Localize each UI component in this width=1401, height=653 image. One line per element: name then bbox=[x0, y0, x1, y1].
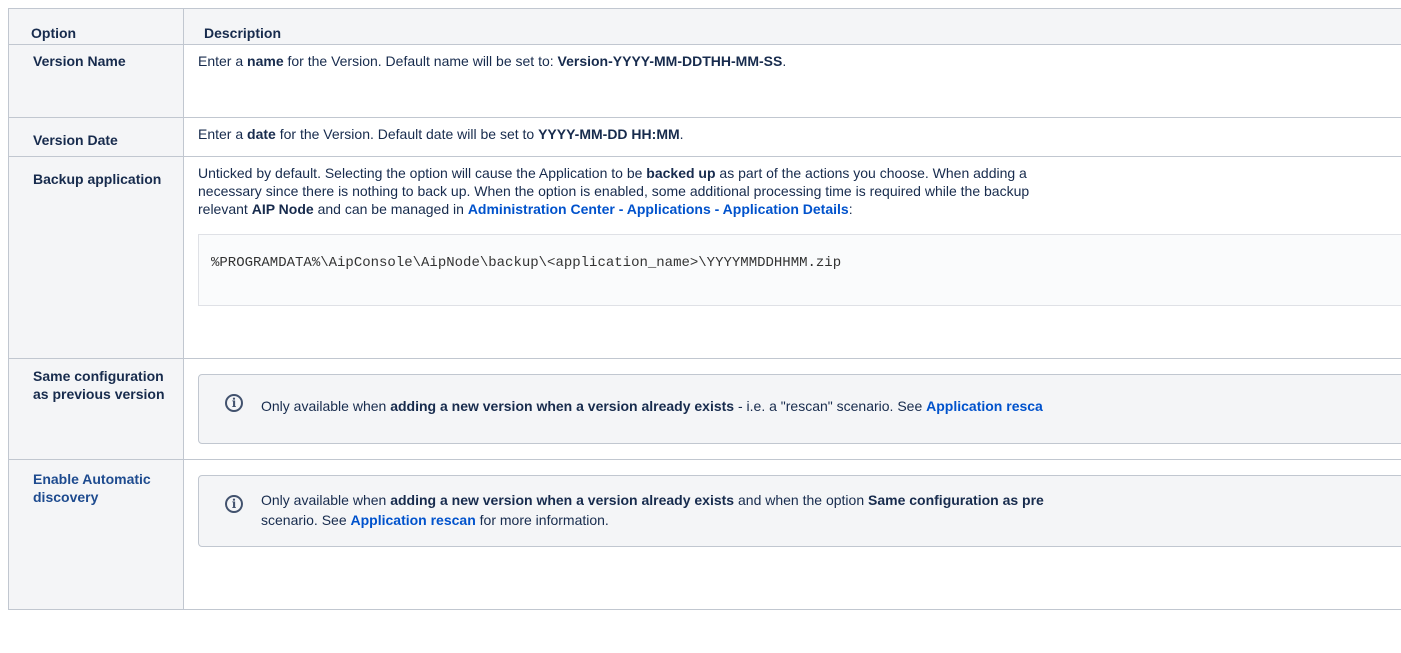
text-segment: . bbox=[782, 53, 787, 69]
bold-text: date bbox=[247, 126, 276, 142]
text-segment: . bbox=[679, 126, 684, 142]
options-table: Option Description Version Name Enter a … bbox=[8, 8, 1401, 610]
text-segment: Enter a bbox=[198, 126, 248, 142]
text-segment: Only available when bbox=[261, 398, 391, 414]
info-line-1: Only available when adding a new version… bbox=[261, 490, 1401, 510]
table-row-same-configuration: Same configuration as previous version i… bbox=[8, 358, 1401, 460]
option-label: Backup application bbox=[33, 171, 162, 187]
bold-text: Same configuration as pre bbox=[868, 492, 1044, 508]
application-rescan-link[interactable]: Application rescan bbox=[351, 512, 476, 528]
info-circle-icon: i bbox=[225, 495, 243, 513]
bold-text: YYYY-MM-DD HH:MM bbox=[538, 126, 680, 142]
description-enable-discovery: i Only available when adding a new versi… bbox=[183, 459, 1401, 610]
info-line-2: scenario. See Application rescan for mor… bbox=[261, 510, 1401, 530]
bold-text: AIP Node bbox=[251, 201, 314, 217]
page-viewport: Option Description Version Name Enter a … bbox=[0, 0, 1401, 653]
option-enable-discovery: Enable Automatic discovery bbox=[8, 459, 184, 610]
header-description: Description bbox=[183, 8, 1401, 45]
text-segment: as part of the actions you choose. When … bbox=[715, 165, 1027, 181]
text-segment: scenario. See bbox=[261, 512, 351, 528]
description-line-1: Unticked by default. Selecting the optio… bbox=[198, 164, 1401, 182]
administration-center-link[interactable]: Administration Center - Applications - A… bbox=[468, 201, 849, 217]
description-line-2: necessary since there is nothing to back… bbox=[198, 183, 1030, 199]
table-row-version-date: Version Date Enter a date for the Versio… bbox=[8, 117, 1401, 157]
option-version-name: Version Name bbox=[8, 44, 184, 118]
option-label: Same configuration as previous version bbox=[33, 368, 165, 402]
backup-path-code: %PROGRAMDATA%\AipConsole\AipNode\backup\… bbox=[211, 255, 842, 271]
description-text: Enter a date for the Version. Default da… bbox=[198, 125, 1401, 143]
text-segment: : bbox=[848, 201, 853, 217]
bold-text: backed up bbox=[646, 165, 716, 181]
description-text: Enter a name for the Version. Default na… bbox=[198, 52, 1401, 70]
info-circle-icon: i bbox=[225, 394, 243, 412]
table-row-backup-application: Backup application Unticked by default. … bbox=[8, 156, 1401, 359]
header-option: Option bbox=[8, 8, 184, 45]
text-segment: Only available when bbox=[261, 492, 391, 508]
bold-text: adding a new version when a version alre… bbox=[390, 398, 735, 414]
bold-text: Version-YYYY-MM-DDTHH-MM-SS bbox=[557, 53, 783, 69]
info-panel: i Only available when adding a new versi… bbox=[198, 475, 1401, 547]
description-backup-application: Unticked by default. Selecting the optio… bbox=[183, 156, 1401, 359]
application-rescan-link[interactable]: Application resca bbox=[926, 398, 1043, 414]
text-segment: for the Version. Default date will be se… bbox=[275, 126, 539, 142]
text-segment: - i.e. a "rescan" scenario. See bbox=[734, 398, 927, 414]
table-header-row: Option Description bbox=[8, 8, 1401, 45]
description-version-name: Enter a name for the Version. Default na… bbox=[183, 44, 1401, 118]
text-segment: and when the option bbox=[734, 492, 868, 508]
option-label: Version Name bbox=[33, 53, 126, 69]
text-segment: for the Version. Default name will be se… bbox=[283, 53, 558, 69]
text-segment: and can be managed in bbox=[313, 201, 468, 217]
table-row-enable-discovery: Enable Automatic discovery i Only availa… bbox=[8, 459, 1401, 610]
text-segment: for more information. bbox=[475, 512, 609, 528]
option-version-date: Version Date bbox=[8, 117, 184, 157]
description-line-3: relevant AIP Node and can be managed in … bbox=[198, 200, 1401, 218]
description-version-date: Enter a date for the Version. Default da… bbox=[183, 117, 1401, 157]
option-label: Version Date bbox=[33, 132, 118, 148]
option-backup-application: Backup application bbox=[8, 156, 184, 359]
option-label: Enable Automatic discovery bbox=[33, 471, 151, 505]
code-block: %PROGRAMDATA%\AipConsole\AipNode\backup\… bbox=[198, 234, 1401, 306]
table-row-version-name: Version Name Enter a name for the Versio… bbox=[8, 44, 1401, 118]
description-same-configuration: i Only available when adding a new versi… bbox=[183, 358, 1401, 460]
bold-text: adding a new version when a version alre… bbox=[390, 492, 735, 508]
text-segment: relevant bbox=[198, 201, 252, 217]
info-panel: i Only available when adding a new versi… bbox=[198, 374, 1401, 444]
text-segment: Enter a bbox=[198, 53, 248, 69]
text-segment: Unticked by default. Selecting the optio… bbox=[198, 165, 647, 181]
bold-text: name bbox=[247, 53, 284, 69]
option-same-configuration: Same configuration as previous version bbox=[8, 358, 184, 460]
